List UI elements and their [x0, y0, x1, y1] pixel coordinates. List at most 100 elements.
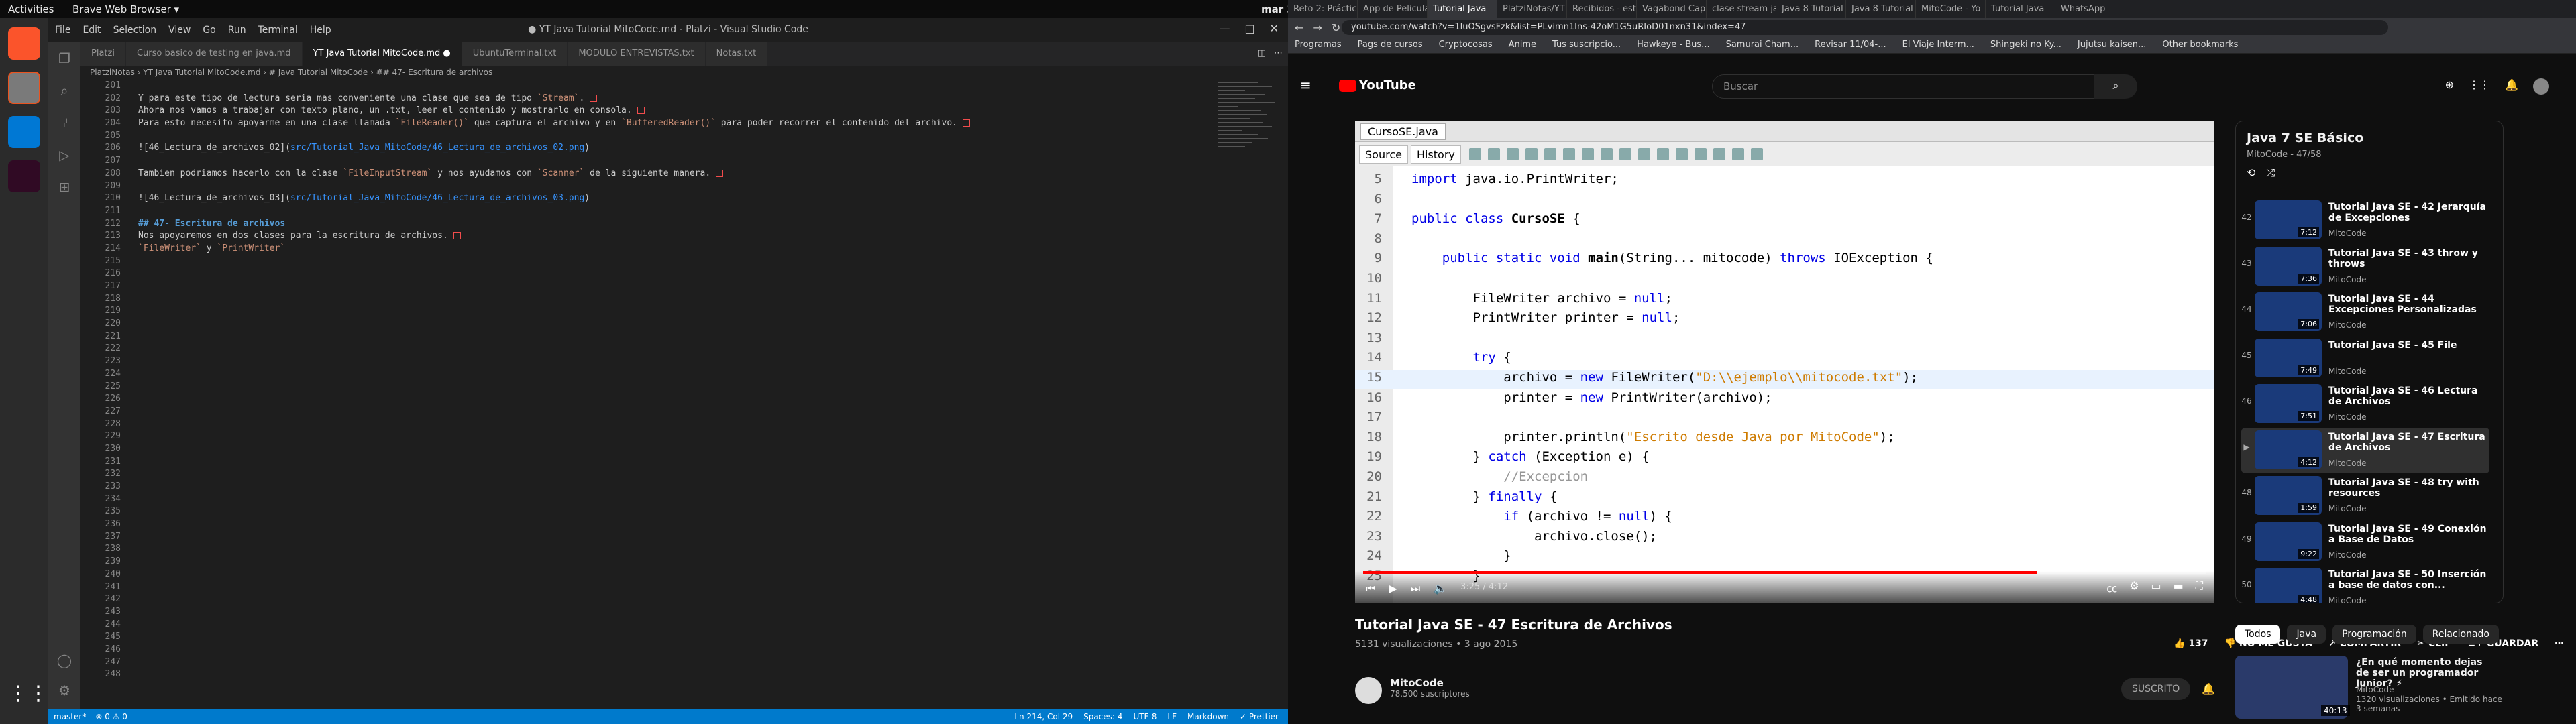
playlist-item-title[interactable]: Tutorial Java SE - 50 Inserción a base d… — [2328, 569, 2489, 591]
playlist-item[interactable]: 43 7:36 Tutorial Java SE - 43 throw y thro… — [2241, 244, 2489, 290]
youtube-logo[interactable]: YouTube — [1339, 78, 1416, 93]
search-input[interactable]: Buscar — [1712, 74, 2094, 99]
filter-chip[interactable]: Java — [2287, 625, 2326, 644]
bookmark-item[interactable]: Revisar 11/04-... — [1815, 40, 1886, 50]
playlist-thumbnail[interactable]: 9:22 — [2255, 522, 2322, 561]
playlist-item[interactable]: 42 7:12 Tutorial Java SE - 42 Jerarquía de… — [2241, 198, 2489, 243]
browser-tab[interactable]: MitoCode - Yo — [1916, 0, 1986, 18]
previous-icon[interactable]: ⏮ — [1366, 582, 1375, 595]
maximize-icon[interactable]: □ — [1244, 22, 1254, 35]
browser-tab[interactable]: Java 8 Tutorial — [1846, 0, 1916, 18]
tab-modulo-entrevistas[interactable]: MODULO ENTREVISTAS.txt — [568, 42, 706, 66]
like-button[interactable]: 👍 137 — [2174, 638, 2208, 649]
browser-tab[interactable]: Tutorial Java — [1986, 0, 2055, 18]
breadcrumb[interactable]: PlatziNotas › YT Java Tutorial MitoCode.… — [80, 66, 1288, 80]
minimize-icon[interactable]: — — [1219, 22, 1230, 35]
next-icon[interactable]: ⏭ — [1411, 582, 1420, 595]
playlist-thumbnail[interactable]: 7:06 — [2255, 292, 2322, 331]
search-icon[interactable]: ⌕ — [2094, 74, 2137, 99]
bookmark-item[interactable]: Samurai Cham... — [1726, 40, 1799, 50]
playlist-item[interactable]: 49 9:22 Tutorial Java SE - 49 Conexión a B… — [2241, 520, 2489, 565]
bookmark-item[interactable]: Pags de cursos — [1358, 40, 1423, 50]
explorer-icon[interactable]: ❐ — [56, 50, 72, 66]
bookmark-item[interactable]: El Viaje Interm... — [1902, 40, 1974, 50]
bookmark-item[interactable]: Hawkeye - Bus... — [1637, 40, 1709, 50]
tab-platzi[interactable]: Platzi — [80, 42, 126, 66]
browser-tab[interactable]: Java 8 Tutorial — [1776, 0, 1846, 18]
playlist-item-title[interactable]: Tutorial Java SE - 47 Escritura de Archi… — [2328, 432, 2489, 453]
playlist-item-title[interactable]: Tutorial Java SE - 42 Jerarquía de Excep… — [2328, 202, 2489, 223]
browser-tab[interactable]: App de Pelicula — [1358, 0, 1428, 18]
theater-icon[interactable]: ▬ — [2174, 579, 2184, 595]
vscode-icon[interactable] — [8, 116, 40, 148]
language-mode[interactable]: Markdown — [1187, 712, 1229, 721]
bookmark-item[interactable]: Anime — [1509, 40, 1536, 50]
browser-tab[interactable]: clase stream ja — [1707, 0, 1776, 18]
settings-gear-icon[interactable]: ⚙ — [56, 682, 72, 699]
encoding[interactable]: UTF-8 — [1133, 712, 1157, 721]
bookmark-item[interactable]: Jujutsu kaisen... — [2078, 40, 2146, 50]
tab-ubuntu-terminal[interactable]: UbuntuTerminal.txt — [462, 42, 568, 66]
volume-icon[interactable]: 🔈 — [1434, 582, 1447, 595]
subscribe-button[interactable]: SUSCRITO — [2121, 678, 2191, 700]
captions-icon[interactable]: ㏄ — [2106, 579, 2117, 595]
channel-info[interactable]: MitoCode 78.500 suscriptores — [1355, 677, 1470, 704]
bookmark-item[interactable]: Cryptocosas — [1439, 40, 1493, 50]
apps-grid-icon[interactable]: ⋮⋮ — [8, 682, 48, 714]
playlist-item-title[interactable]: Tutorial Java SE - 45 File — [2328, 340, 2489, 351]
minimap[interactable] — [1218, 80, 1279, 215]
terminal-icon[interactable] — [8, 160, 40, 192]
create-icon[interactable]: ⊕ — [2445, 78, 2454, 95]
forward-icon[interactable]: → — [1313, 21, 1322, 34]
back-icon[interactable]: ← — [1295, 21, 1303, 34]
channel-name[interactable]: MitoCode — [1390, 677, 1470, 689]
playlist-item-title[interactable]: Tutorial Java SE - 49 Conexión a Base de… — [2328, 524, 2489, 545]
prettier-status[interactable]: ✓ Prettier — [1240, 712, 1279, 721]
playlist-item[interactable]: ▶ 4:12 Tutorial Java SE - 47 Escritura de … — [2241, 427, 2489, 473]
playlist-thumbnail[interactable]: 1:59 — [2255, 476, 2322, 515]
run-debug-icon[interactable]: ▷ — [56, 147, 72, 163]
browser-tab[interactable]: WhatsApp — [2055, 0, 2125, 18]
activities-button[interactable]: Activities — [8, 3, 54, 15]
playlist-thumbnail[interactable]: 7:36 — [2255, 246, 2322, 286]
more-actions-icon[interactable]: ⋯ — [1274, 48, 1283, 58]
editor-area[interactable]: 201 202 Y para este tipo de lectura seria … — [80, 80, 1234, 709]
browser-tab[interactable]: Tutorial Java — [1428, 0, 1497, 18]
tab-testing[interactable]: Curso basico de testing en java.md — [125, 42, 303, 66]
extensions-icon[interactable]: ⊞ — [56, 179, 72, 195]
tab-notas[interactable]: Notas.txt — [705, 42, 768, 66]
playlist-item[interactable]: 46 7:51 Tutorial Java SE - 46 Lectura de A… — [2241, 381, 2489, 427]
problems-count[interactable]: ⊗ 0 ⚠ 0 — [95, 712, 127, 721]
playlist-item[interactable]: 44 7:06 Tutorial Java SE - 44 Excepciones … — [2241, 290, 2489, 335]
recommended-title[interactable]: ¿En qué momento dejas de ser un programa… — [2356, 657, 2497, 689]
playlist-title[interactable]: Java 7 SE Básico — [2247, 131, 2492, 145]
filter-chip[interactable]: Relacionado — [2422, 625, 2499, 644]
loop-icon[interactable]: ⟲ — [2247, 166, 2255, 180]
playlist-thumbnail[interactable]: 4:48 — [2255, 568, 2322, 603]
play-icon[interactable]: ▶ — [1389, 582, 1397, 595]
line-ending[interactable]: LF — [1167, 712, 1177, 721]
apps-icon[interactable]: ⋮⋮ — [2469, 78, 2490, 95]
bell-icon[interactable]: 🔔 — [2505, 78, 2518, 95]
recommended-video[interactable]: 40:13 ¿En qué momento dejas de ser un pr… — [2235, 656, 2504, 723]
browser-tab[interactable]: PlatziNotas/YT — [1497, 0, 1567, 18]
close-icon[interactable]: ✕ — [1270, 22, 1279, 35]
git-branch[interactable]: master* — [54, 712, 86, 721]
settings-icon[interactable]: ⚙ — [2129, 579, 2139, 595]
reload-icon[interactable]: ↻ — [1332, 21, 1340, 34]
browser-tab[interactable]: Recibidos - esta — [1567, 0, 1637, 18]
playlist-item-title[interactable]: Tutorial Java SE - 48 try with resources — [2328, 477, 2489, 499]
playlist-item[interactable]: 45 7:49 Tutorial Java SE - 45 File MitoCode — [2241, 336, 2489, 381]
fullscreen-icon[interactable]: ⛶ — [2196, 579, 2203, 595]
cursor-position[interactable]: Ln 214, Col 29 — [1014, 712, 1073, 721]
video-progress-bar[interactable] — [1363, 571, 2206, 574]
playlist-item-title[interactable]: Tutorial Java SE - 46 Lectura de Archivo… — [2328, 385, 2489, 407]
shuffle-icon[interactable]: ⤮ — [2266, 166, 2275, 180]
split-editor-icon[interactable]: ◫ — [1258, 48, 1266, 58]
url-bar[interactable]: youtube.com/watch?v=1luOSgvsFzk&list=PLv… — [1342, 20, 2388, 35]
files-icon[interactable] — [8, 72, 40, 104]
app-menu[interactable]: Brave Web Browser ▾ — [72, 3, 179, 15]
indentation[interactable]: Spaces: 4 — [1083, 712, 1122, 721]
search-icon[interactable]: ⌕ — [56, 82, 72, 99]
bookmark-item[interactable]: Tus suscripcio... — [1552, 40, 1621, 50]
